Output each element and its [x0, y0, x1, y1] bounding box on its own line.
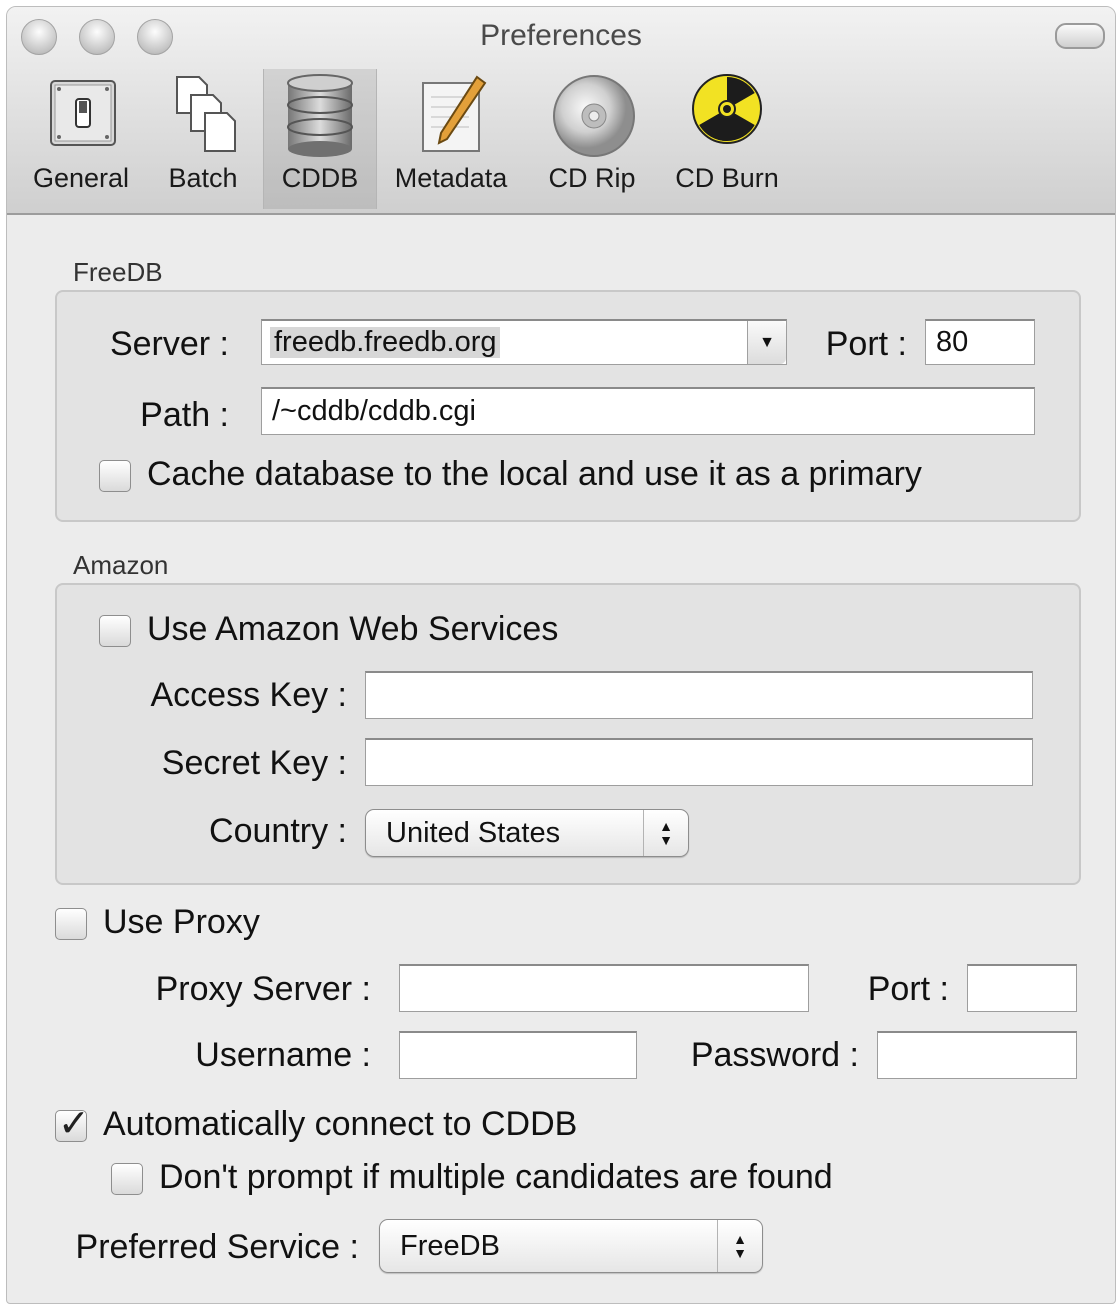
preferred-service-label: Preferred Service :	[75, 1228, 359, 1266]
arrow-down-icon: ▼	[659, 832, 673, 848]
toolbar-cd-rip[interactable]: CD Rip	[539, 69, 645, 209]
toolbar-general[interactable]: General	[21, 69, 141, 209]
access-key-field[interactable]	[365, 671, 1033, 719]
preferred-service-value: FreeDB	[400, 1229, 500, 1262]
toolbar-label: CD Rip	[548, 163, 636, 193]
toolbar-metadata[interactable]: Metadata	[383, 69, 519, 209]
cache-checkbox[interactable]	[99, 460, 131, 492]
proxy-port-label: Port :	[867, 970, 949, 1008]
arrow-up-icon: ▲	[659, 818, 673, 834]
auto-connect-label: Automatically connect to CDDB	[103, 1105, 578, 1143]
country-value: United States	[386, 816, 561, 849]
proxy-server-field[interactable]	[399, 964, 809, 1012]
toolbar-toggle-button[interactable]	[1055, 23, 1105, 49]
up-down-arrows-icon: ▲ ▼	[717, 1220, 762, 1272]
toolbar-label: Metadata	[394, 163, 508, 193]
access-key-label: Access Key :	[150, 676, 347, 714]
toolbar-batch[interactable]: Batch	[151, 69, 255, 209]
checkmark-icon: ✓	[58, 1101, 90, 1145]
cd-icon	[553, 75, 635, 157]
server-label: Server :	[109, 325, 229, 363]
batch-documents-icon	[176, 76, 236, 152]
auto-connect-checkbox[interactable]: ✓	[55, 1101, 90, 1145]
chevron-down-icon[interactable]: ▼	[747, 321, 786, 364]
general-switch-icon	[50, 80, 116, 146]
use-proxy-label: Use Proxy	[103, 903, 260, 941]
use-aws-checkbox[interactable]	[99, 615, 131, 647]
window-title: Preferences	[480, 19, 642, 52]
secret-key-field[interactable]	[365, 738, 1033, 786]
dont-prompt-label: Don't prompt if multiple candidates are …	[159, 1158, 833, 1196]
port-label: Port :	[825, 325, 907, 363]
secret-key-label: Secret Key :	[161, 744, 347, 782]
freedb-section-label: FreeDB	[73, 257, 163, 287]
toolbar-area: Preferences General Batch CDDB Metadata …	[7, 7, 1115, 215]
toolbar-label: Batch	[168, 163, 238, 193]
path-field[interactable]: /~cddb/cddb.cgi	[261, 387, 1035, 435]
arrow-down-icon: ▼	[733, 1245, 747, 1261]
path-label: Path :	[140, 396, 229, 434]
preferences-window: Preferences General Batch CDDB Metadata …	[6, 6, 1116, 1304]
preferred-service-popup[interactable]: FreeDB ▲ ▼	[379, 1219, 763, 1273]
dont-prompt-checkbox[interactable]	[111, 1163, 143, 1195]
use-aws-label: Use Amazon Web Services	[147, 610, 559, 648]
password-field[interactable]	[877, 1031, 1077, 1079]
up-down-arrows-icon: ▲ ▼	[643, 810, 688, 856]
server-value: freedb.freedb.org	[270, 326, 501, 358]
use-proxy-checkbox[interactable]	[55, 908, 87, 940]
username-label: Username :	[195, 1036, 371, 1074]
toolbar-label: General	[32, 163, 130, 193]
database-icon	[287, 74, 353, 157]
server-combobox[interactable]: freedb.freedb.org ▼	[261, 319, 787, 365]
toolbar-label: CDDB	[281, 163, 359, 193]
country-label: Country :	[209, 812, 347, 850]
password-label: Password :	[690, 1036, 859, 1074]
username-field[interactable]	[399, 1031, 637, 1079]
metadata-pencil-icon	[422, 75, 487, 152]
proxy-server-label: Proxy Server :	[155, 970, 371, 1008]
port-field[interactable]: 80	[925, 319, 1035, 365]
toolbar-cddb[interactable]: CDDB	[263, 69, 377, 209]
proxy-port-field[interactable]	[967, 964, 1077, 1012]
amazon-section-label: Amazon	[73, 550, 169, 580]
toolbar-label: CD Burn	[675, 163, 779, 193]
arrow-up-icon: ▲	[733, 1231, 747, 1247]
country-popup[interactable]: United States ▲ ▼	[365, 809, 689, 857]
toolbar-cd-burn[interactable]: CD Burn	[661, 69, 793, 209]
radiation-icon	[692, 74, 762, 144]
cache-label: Cache database to the local and use it a…	[147, 455, 922, 493]
